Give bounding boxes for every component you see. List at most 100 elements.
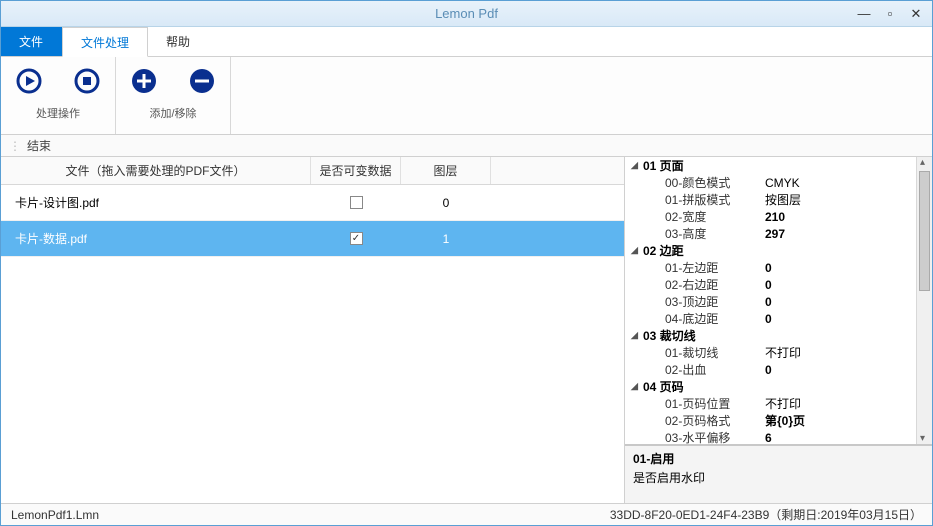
category-label: 01 页面 [643,157,684,174]
prop-row[interactable]: 02-右边距0 [625,276,916,293]
prop-row[interactable]: 03-高度297 [625,225,916,242]
minimize-button[interactable]: — [852,6,876,22]
prop-key: 02-出血 [625,361,765,378]
prop-value[interactable]: 不打印 [765,344,916,361]
play-button[interactable] [15,67,43,95]
cell-filename: 卡片-设计图.pdf [1,194,311,211]
main-area: 文件（拖入需要处理的PDF文件） 是否可变数据 图层 卡片-设计图.pdf0卡片… [1,157,932,503]
file-panel: 文件（拖入需要处理的PDF文件） 是否可变数据 图层 卡片-设计图.pdf0卡片… [1,157,625,503]
prop-row[interactable]: 01-裁切线不打印 [625,344,916,361]
stop-button[interactable] [73,67,101,95]
scrollbar[interactable] [916,157,932,444]
prop-key: 01-页码位置 [625,395,765,412]
prop-value[interactable]: 0 [765,278,916,292]
window-title: Lemon Pdf [435,6,498,21]
prop-category[interactable]: ◢03 裁切线 [625,327,916,344]
prop-row[interactable]: 01-左边距0 [625,259,916,276]
checkbox[interactable] [350,196,363,209]
checkbox[interactable]: ✓ [350,232,363,245]
app-window: Lemon Pdf — ▫ ✕ 文件 文件处理 帮助 处理操作 [0,0,933,526]
ribbon-group-addremove: 添加/移除 [116,57,231,134]
prop-key: 03-水平偏移 [625,429,765,445]
ribbon-label-addremove: 添加/移除 [149,105,196,121]
subtoolbar: ⋮ 结束 [1,135,932,157]
prop-category[interactable]: ◢02 边距 [625,242,916,259]
desc-text: 是否启用水印 [633,469,924,486]
col-layers[interactable]: 图层 [401,157,491,184]
prop-row[interactable]: 00-颜色模式CMYK [625,174,916,191]
prop-value[interactable]: 210 [765,210,916,224]
cell-layers: 0 [401,196,491,210]
category-label: 02 边距 [643,242,684,259]
status-filename: LemonPdf1.Lmn [11,508,99,522]
ribbon-group-process: 处理操作 [1,57,116,134]
cell-layers: 1 [401,232,491,246]
table-body: 卡片-设计图.pdf 0 卡片-数据.pdf ✓ 1 [1,185,624,257]
prop-row[interactable]: 02-出血0 [625,361,916,378]
prop-key: 01-左边距 [625,259,765,276]
prop-row[interactable]: 02-页码格式第{0}页 [625,412,916,429]
prop-row[interactable]: 01-页码位置不打印 [625,395,916,412]
prop-row[interactable]: 03-顶边距0 [625,293,916,310]
prop-value[interactable]: 6 [765,431,916,445]
tab-help[interactable]: 帮助 [148,27,209,56]
cell-filename: 卡片-数据.pdf [1,230,311,247]
prop-row[interactable]: 04-底边距0 [625,310,916,327]
prop-value[interactable]: 297 [765,227,916,241]
prop-key: 03-顶边距 [625,293,765,310]
ribbon: 处理操作 添加/移除 [1,57,932,135]
desc-title: 01-启用 [633,450,924,467]
collapse-icon: ◢ [631,160,643,171]
table-row[interactable]: 卡片-数据.pdf ✓ 1 [1,221,624,257]
collapse-icon: ◢ [631,330,643,341]
prop-row[interactable]: 02-宽度210 [625,208,916,225]
prop-key: 03-高度 [625,225,765,242]
status-license: 33DD-8F20-0ED1-24F4-23B9（剩期日:2019年03月15日… [610,506,922,523]
window-controls: — ▫ ✕ [852,6,928,22]
prop-key: 02-右边距 [625,276,765,293]
scrollbar-thumb[interactable] [919,171,930,291]
col-file[interactable]: 文件（拖入需要处理的PDF文件） [1,157,311,184]
maximize-button[interactable]: ▫ [878,6,902,22]
category-label: 04 页码 [643,378,684,395]
property-grid[interactable]: ◢01 页面00-颜色模式CMYK01-拼版模式按图层02-宽度21003-高度… [625,157,932,445]
add-button[interactable] [130,67,158,95]
cell-vardata [311,196,401,209]
table-row[interactable]: 卡片-设计图.pdf 0 [1,185,624,221]
category-label: 03 裁切线 [643,327,696,344]
prop-category[interactable]: ◢01 页面 [625,157,916,174]
tab-file[interactable]: 文件 [1,27,62,56]
prop-key: 02-页码格式 [625,412,765,429]
collapse-icon: ◢ [631,381,643,392]
prop-value[interactable]: CMYK [765,176,916,190]
prop-value[interactable]: 0 [765,295,916,309]
col-vardata[interactable]: 是否可变数据 [311,157,401,184]
prop-key: 04-底边距 [625,310,765,327]
prop-value[interactable]: 0 [765,363,916,377]
prop-value[interactable]: 0 [765,261,916,275]
table-header: 文件（拖入需要处理的PDF文件） 是否可变数据 图层 [1,157,624,185]
prop-value[interactable]: 按图层 [765,191,916,208]
cell-vardata: ✓ [311,232,401,245]
prop-value[interactable]: 第{0}页 [765,412,916,429]
subbar-label: 结束 [27,137,51,154]
prop-key: 01-裁切线 [625,344,765,361]
remove-button[interactable] [188,67,216,95]
close-button[interactable]: ✕ [904,6,928,22]
property-description: 01-启用 是否启用水印 [625,445,932,503]
tab-file-process[interactable]: 文件处理 [62,27,148,57]
titlebar: Lemon Pdf — ▫ ✕ [1,1,932,27]
statusbar: LemonPdf1.Lmn 33DD-8F20-0ED1-24F4-23B9（剩… [1,503,932,525]
prop-row[interactable]: 03-水平偏移6 [625,429,916,445]
prop-key: 01-拼版模式 [625,191,765,208]
collapse-icon: ◢ [631,245,643,256]
prop-key: 00-颜色模式 [625,174,765,191]
menubar: 文件 文件处理 帮助 [1,27,932,57]
prop-key: 02-宽度 [625,208,765,225]
property-panel: ◢01 页面00-颜色模式CMYK01-拼版模式按图层02-宽度21003-高度… [625,157,932,503]
grip-icon: ⋮ [9,139,19,153]
prop-value[interactable]: 0 [765,312,916,326]
prop-row[interactable]: 01-拼版模式按图层 [625,191,916,208]
prop-value[interactable]: 不打印 [765,395,916,412]
prop-category[interactable]: ◢04 页码 [625,378,916,395]
